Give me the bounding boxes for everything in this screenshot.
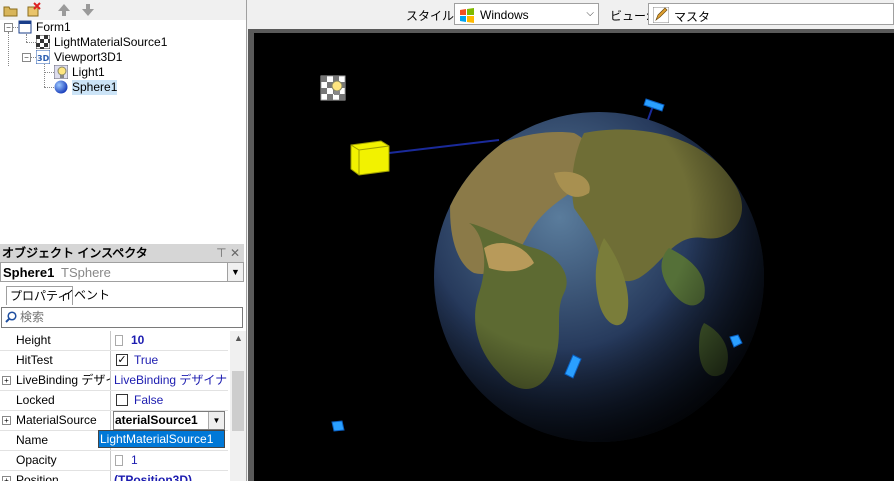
- windows-logo-icon: [460, 8, 474, 23]
- dropdown-selected-item[interactable]: LightMaterialSource1: [98, 430, 225, 448]
- property-row-height[interactable]: Height 10: [0, 331, 228, 351]
- tree-item-label: Sphere1: [72, 80, 118, 95]
- viewport-icon: 3D: [36, 50, 50, 64]
- style-label: スタイル:: [406, 9, 458, 23]
- property-scrollbar[interactable]: ▲: [230, 331, 246, 481]
- chevron-down-icon[interactable]: ▼: [227, 263, 243, 281]
- material-icon: [36, 35, 50, 49]
- resize-handle[interactable]: [331, 420, 345, 432]
- property-name: Locked: [0, 391, 111, 410]
- collapse-toggle[interactable]: −: [4, 23, 13, 32]
- tree-item-label: Viewport3D1: [54, 50, 123, 64]
- expand-icon[interactable]: +: [2, 376, 11, 385]
- property-name-text: MaterialSource: [16, 413, 97, 427]
- combo-text: aterialSource1: [115, 413, 198, 427]
- property-value-text: True: [134, 353, 159, 367]
- object-name: Sphere1: [3, 265, 55, 280]
- search-box[interactable]: [1, 307, 243, 328]
- property-value-text: 10: [131, 333, 145, 347]
- property-row-hittest[interactable]: HitTest ✓ True: [0, 351, 228, 371]
- property-row-materialsource[interactable]: + MaterialSource aterialSource1 ▼: [0, 411, 228, 431]
- arrow-down-icon[interactable]: [80, 2, 96, 18]
- designer-toolbar: スタイル: Windows ⌵ ビュー: マスタ: [248, 0, 894, 29]
- earth-sphere[interactable]: [434, 112, 764, 442]
- property-row-livebinding[interactable]: + LiveBinding デザイナ LiveBinding デザイナ: [0, 371, 228, 391]
- property-name-text: Position: [16, 473, 59, 481]
- tree-item-label: Light1: [72, 65, 105, 79]
- expand-icon[interactable]: +: [2, 476, 11, 481]
- spin-icon: [115, 455, 123, 466]
- view-label: ビュー:: [610, 9, 650, 23]
- tree-item-label: Form1: [36, 20, 71, 34]
- structure-toolbar: [0, 0, 246, 20]
- arrow-up-icon[interactable]: [56, 2, 72, 18]
- inspector-title-bar: オブジェクト インスペクタ ⊤ ✕: [0, 244, 244, 262]
- property-value[interactable]: ✓ True: [112, 351, 228, 370]
- checkbox-checked[interactable]: ✓: [116, 354, 128, 366]
- chevron-down-icon[interactable]: ⌵: [586, 8, 594, 19]
- tree-item-label: LightMaterialSource1: [54, 35, 168, 49]
- property-value[interactable]: 10: [112, 331, 228, 350]
- property-name: Opacity: [0, 451, 111, 470]
- property-value-text: 1: [131, 453, 138, 467]
- search-icon: [5, 311, 17, 323]
- inspector-title: オブジェクト インスペクタ: [2, 246, 148, 260]
- property-name: + Position: [0, 471, 111, 481]
- property-name-text: LiveBinding デザイナ: [16, 373, 110, 387]
- viewport3d-canvas[interactable]: [248, 29, 894, 481]
- left-panel: − Form1 LightMaterialSource1 − 3D Viewpo…: [0, 0, 247, 481]
- property-value[interactable]: (TPosition3D): [112, 471, 230, 481]
- view-combo[interactable]: マスタ: [648, 3, 894, 25]
- property-name: HitTest: [0, 351, 111, 370]
- pencil-icon: [653, 7, 669, 23]
- property-grid: Height 10 HitTest ✓ True + LiveBinding デザイ…: [0, 331, 244, 481]
- property-row-locked[interactable]: Locked False: [0, 391, 228, 411]
- property-name: + LiveBinding デザイナ: [0, 371, 111, 390]
- materialsource-combo[interactable]: aterialSource1 ▼: [113, 411, 225, 430]
- spin-icon: [115, 335, 123, 346]
- resize-handle[interactable]: [643, 98, 665, 112]
- property-value[interactable]: aterialSource1 ▼: [112, 411, 228, 430]
- structure-tree: − Form1 LightMaterialSource1 − 3D Viewpo…: [0, 20, 246, 242]
- expand-icon[interactable]: +: [2, 416, 11, 425]
- chevron-down-icon[interactable]: ▼: [208, 412, 224, 429]
- light-icon: [54, 65, 68, 79]
- checkbox-unchecked[interactable]: [116, 394, 128, 406]
- scroll-up-icon[interactable]: ▲: [234, 333, 243, 343]
- property-row-position[interactable]: + Position (TPosition3D): [0, 471, 228, 481]
- view-value: マスタ: [674, 10, 711, 24]
- property-name: Height: [0, 331, 111, 350]
- light-gizmo-icon[interactable]: [320, 75, 346, 101]
- object-type: TSphere: [61, 265, 111, 280]
- open-folder-icon[interactable]: [3, 2, 19, 18]
- property-value[interactable]: 1: [112, 451, 228, 470]
- scene-3d: [320, 75, 764, 442]
- object-selector[interactable]: Sphere1 TSphere ▼: [0, 262, 244, 282]
- search-input[interactable]: [20, 309, 235, 325]
- property-value-text: False: [134, 393, 164, 407]
- light-direction-line: [388, 139, 500, 154]
- property-name: + MaterialSource: [0, 411, 111, 430]
- delete-icon[interactable]: [26, 2, 42, 18]
- pin-icon[interactable]: ⊤ ✕: [216, 244, 240, 262]
- tab-events[interactable]: イベント: [59, 286, 113, 304]
- scroll-thumb[interactable]: [232, 371, 244, 431]
- form-icon: [18, 20, 32, 34]
- property-value[interactable]: False: [112, 391, 228, 410]
- property-row-opacity[interactable]: Opacity 1: [0, 451, 228, 471]
- property-name: Name: [0, 431, 111, 450]
- style-combo[interactable]: Windows ⌵: [454, 3, 599, 25]
- sphere-icon: [54, 80, 68, 94]
- property-value[interactable]: LiveBinding デザイナ: [112, 371, 230, 390]
- inspector-tabs: プロパティ イベント: [0, 286, 244, 306]
- svg-text:3D: 3D: [37, 54, 50, 63]
- style-value: Windows: [480, 8, 529, 22]
- light-cube-gizmo[interactable]: [350, 140, 390, 176]
